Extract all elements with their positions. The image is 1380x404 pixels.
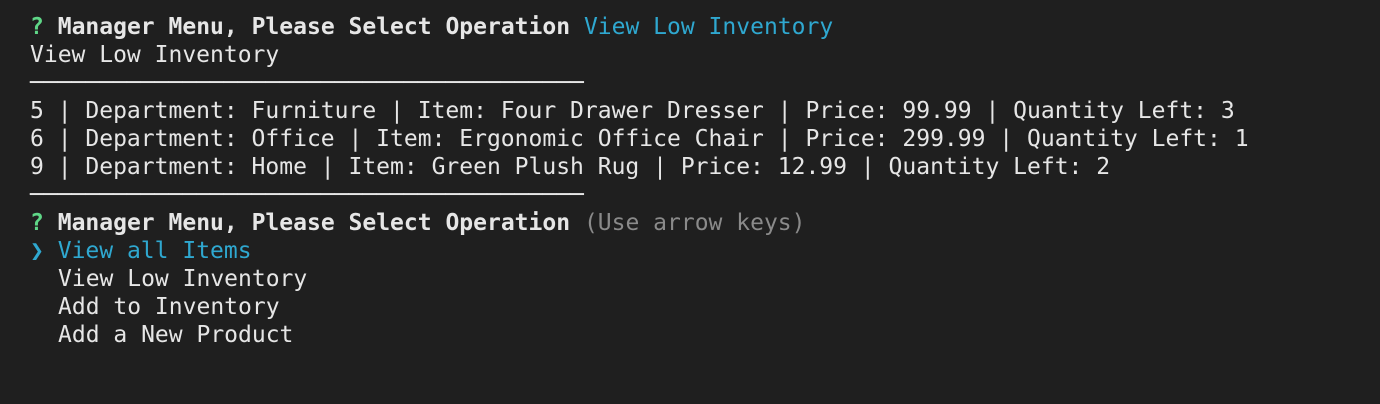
- pointer-icon: ❯: [30, 238, 44, 264]
- inventory-row: 9 | Department: Home | Item: Green Plush…: [30, 154, 1111, 180]
- separator-line: ────────────────────────────────────────: [30, 70, 584, 96]
- menu-option-label: View all Items: [57, 238, 252, 264]
- menu-option-add-new-product[interactable]: Add a New Product: [30, 321, 1360, 349]
- echo-line: View Low Inventory: [30, 42, 280, 68]
- prompt-line: ? Manager Menu, Please Select Operation …: [30, 13, 1360, 41]
- prompt-hint: (Use arrow keys): [583, 210, 806, 236]
- inventory-row: 6 | Department: Office | Item: Ergonomic…: [30, 126, 1249, 152]
- menu-option-add-to-inventory[interactable]: Add to Inventory: [30, 293, 1360, 321]
- menu-option-view-low-inventory[interactable]: View Low Inventory: [30, 265, 1360, 293]
- inventory-row: 5 | Department: Furniture | Item: Four D…: [30, 98, 1235, 124]
- prompt-question: Manager Menu, Please Select Operation: [57, 210, 571, 236]
- separator-line: ────────────────────────────────────────: [30, 182, 584, 208]
- separator-line: ────────────────────────────────────────: [30, 0, 1360, 13]
- terminal-output: ────────────────────────────────────────…: [30, 0, 1360, 349]
- menu-option-view-all-items[interactable]: ❯ View all Items: [30, 237, 1360, 265]
- prompt-question: Manager Menu, Please Select Operation: [57, 14, 571, 40]
- question-mark-icon: ?: [30, 210, 44, 236]
- question-mark-icon: ?: [30, 14, 44, 40]
- prompt-answer: View Low Inventory: [583, 14, 834, 40]
- prompt-line: ? Manager Menu, Please Select Operation …: [30, 209, 1360, 237]
